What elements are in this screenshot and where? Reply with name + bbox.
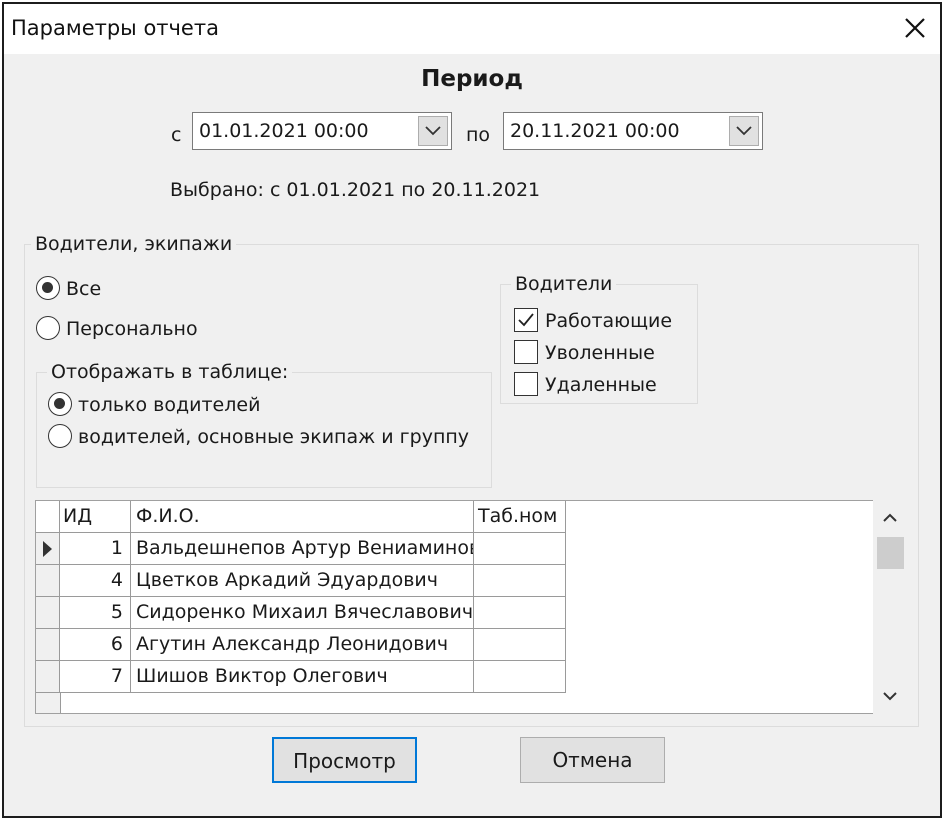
column-header-name[interactable]: Ф.И.О. <box>131 501 474 533</box>
row-indicator-current[interactable] <box>36 533 60 565</box>
table-cell-name[interactable]: Шишов Виктор Олегович <box>131 661 474 693</box>
scroll-down-button[interactable] <box>873 680 907 714</box>
table-vertical-scrollbar[interactable] <box>873 500 907 714</box>
checkbox-deleted[interactable] <box>514 372 538 396</box>
chevron-down-icon <box>736 126 752 136</box>
table-cell-tabnum[interactable] <box>474 533 566 565</box>
to-date-dropdown-button[interactable] <box>729 116 759 146</box>
drivers-filter-legend: Водители <box>511 273 617 295</box>
chevron-up-icon <box>883 513 897 522</box>
window-title: Параметры отчета <box>11 16 219 40</box>
table-cell-name[interactable]: Агутин Александр Леонидович <box>131 629 474 661</box>
table-cell-name[interactable]: Вальдешнепов Артур Вениаминович <box>131 533 474 565</box>
cancel-button[interactable]: Отмена <box>520 737 665 783</box>
radio-drivers-only[interactable] <box>48 392 72 416</box>
title-bar: Параметры отчета <box>4 4 940 54</box>
to-label: по <box>466 124 491 146</box>
checkbox-dismissed-label[interactable]: Уволенные <box>545 342 655 364</box>
table-cell-id[interactable]: 6 <box>60 629 131 661</box>
table-cell-id[interactable]: 5 <box>60 597 131 629</box>
row-indicator-filler <box>36 693 61 713</box>
radio-drivers-only-label[interactable]: только водителей <box>78 394 260 416</box>
checkmark-icon <box>518 313 534 327</box>
row-indicator[interactable] <box>36 629 60 661</box>
checkbox-dismissed[interactable] <box>514 340 538 364</box>
row-indicator[interactable] <box>36 565 60 597</box>
selected-period-text: Выбрано: с 01.01.2021 по 20.11.2021 <box>170 179 541 201</box>
row-indicator[interactable] <box>36 661 60 693</box>
drivers-table[interactable]: ИД Ф.И.О. Таб.ном 1 Вальдешнепов Артур В… <box>35 500 907 714</box>
to-date-picker[interactable]: 20.11.2021 00:00 <box>503 112 763 150</box>
table-cell-id[interactable]: 1 <box>60 533 131 565</box>
scroll-thumb[interactable] <box>877 537 904 569</box>
chevron-down-icon <box>883 692 897 701</box>
table-cell-tabnum[interactable] <box>474 597 566 629</box>
radio-drivers-crew[interactable] <box>48 424 72 448</box>
radio-personal-label[interactable]: Персонально <box>66 318 198 340</box>
chevron-down-icon <box>425 126 441 136</box>
table-cell-tabnum[interactable] <box>474 629 566 661</box>
table-cell-tabnum[interactable] <box>474 565 566 597</box>
from-date-dropdown-button[interactable] <box>418 116 448 146</box>
radio-all[interactable] <box>36 276 60 300</box>
table-cell-name[interactable]: Цветков Аркадий Эдуардович <box>131 565 474 597</box>
column-header-tabnum[interactable]: Таб.ном <box>474 501 566 533</box>
table-cell-name[interactable]: Сидоренко Михаил Вячеславович <box>131 597 474 629</box>
row-indicator[interactable] <box>36 597 60 629</box>
radio-drivers-crew-label[interactable]: водителей, основные экипаж и группу <box>78 426 469 448</box>
from-date-picker[interactable]: 01.01.2021 00:00 <box>192 112 452 150</box>
header-indicator-cell <box>36 501 60 533</box>
radio-all-label[interactable]: Все <box>66 278 101 300</box>
column-header-id[interactable]: ИД <box>60 501 131 533</box>
table-cell-id[interactable]: 4 <box>60 565 131 597</box>
current-row-arrow-icon <box>43 541 52 557</box>
checkbox-deleted-label[interactable]: Удаленные <box>545 374 657 396</box>
checkbox-working[interactable] <box>514 308 538 332</box>
display-in-table-legend: Отображать в таблице: <box>47 361 293 383</box>
period-heading: Период <box>421 66 523 92</box>
preview-button[interactable]: Просмотр <box>272 737 417 783</box>
scroll-up-button[interactable] <box>873 500 907 534</box>
table-cell-tabnum[interactable] <box>474 661 566 693</box>
from-date-value[interactable]: 01.01.2021 00:00 <box>199 120 369 142</box>
close-icon[interactable] <box>898 13 932 45</box>
table-cell-id[interactable]: 7 <box>60 661 131 693</box>
radio-personal[interactable] <box>36 316 60 340</box>
to-date-value[interactable]: 20.11.2021 00:00 <box>510 120 680 142</box>
from-label: с <box>171 124 182 146</box>
checkbox-working-label[interactable]: Работающие <box>545 310 672 332</box>
drivers-crews-legend: Водители, экипажи <box>31 233 237 255</box>
